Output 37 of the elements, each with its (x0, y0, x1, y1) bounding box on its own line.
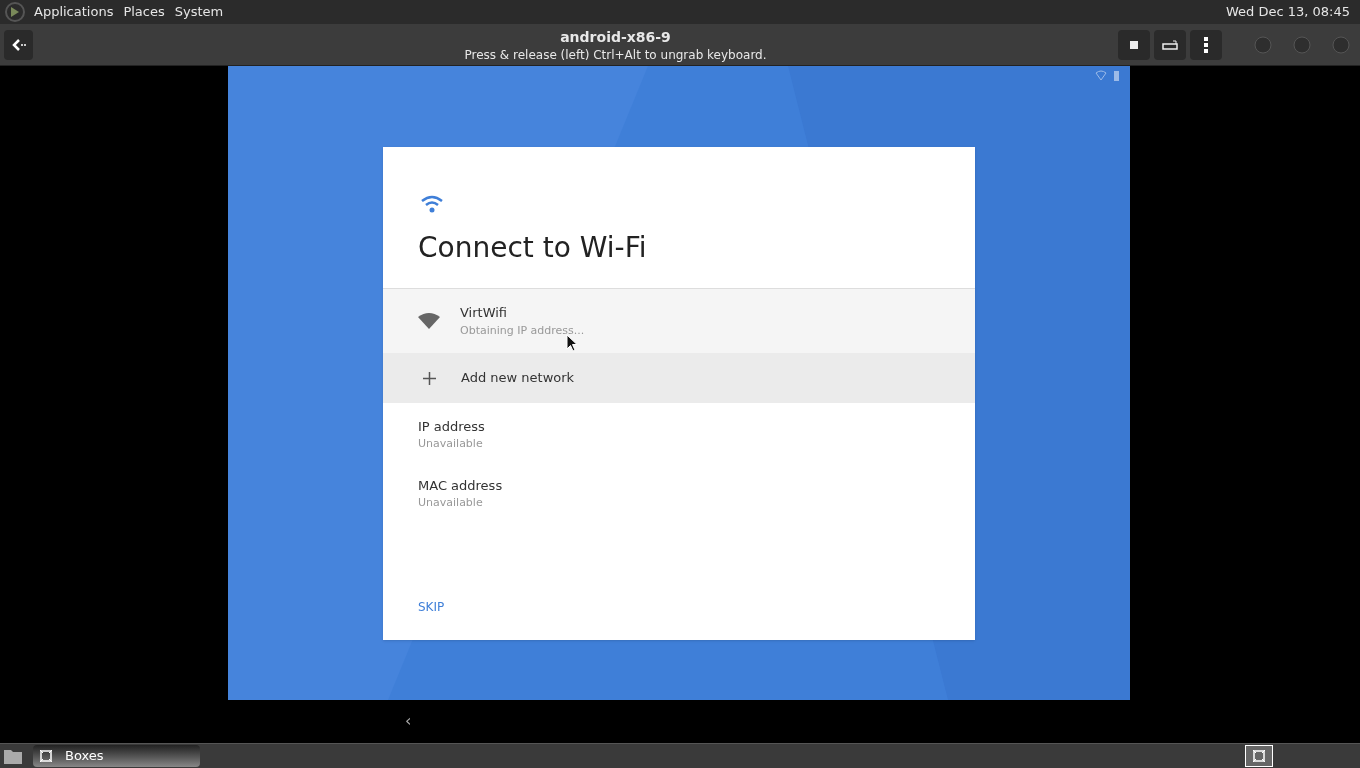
workspace-switcher[interactable] (1245, 745, 1273, 767)
menu-icon (1204, 36, 1208, 53)
skip-button[interactable]: SKIP (418, 598, 445, 616)
detail-label: IP address (418, 418, 486, 436)
nav-back-button[interactable]: ‹ (405, 709, 412, 733)
detail-value: Unavailable (418, 436, 484, 452)
network-row[interactable]: VirtWifi Obtaining IP address... (383, 289, 975, 353)
window-title: android-x86-9 (560, 27, 671, 47)
panel-menu[interactable]: Applications (34, 2, 114, 22)
add-network-row[interactable]: Add new network (383, 353, 975, 403)
network-status: Obtaining IP address... (460, 322, 585, 339)
detail-label: MAC address (418, 477, 504, 495)
keyboard-button[interactable] (1154, 29, 1186, 60)
dialog-title: Connect to Wi-Fi (418, 230, 648, 266)
mouse-pointer-icon (566, 334, 578, 352)
panel-menu[interactable]: System (174, 2, 224, 22)
plus-icon (423, 371, 436, 385)
status-icons (1094, 70, 1120, 82)
menu-button[interactable] (1190, 29, 1222, 60)
square-icon (1130, 40, 1138, 49)
boxes-icon (39, 749, 53, 763)
network-name: Add new network (461, 369, 575, 388)
display-button[interactable] (1118, 29, 1150, 60)
folder-icon[interactable] (3, 747, 23, 765)
back-icon (10, 37, 27, 52)
logo-icon[interactable] (4, 1, 26, 23)
window-subtitle: Press & release (left) Ctrl+Alt to ungrab keyboard. (464, 46, 767, 63)
wifi-signal-icon (418, 313, 440, 329)
task-button[interactable]: Boxes (33, 745, 200, 767)
network-name: VirtWifi (460, 304, 509, 322)
back-button[interactable] (4, 29, 33, 60)
boxes-icon (1252, 749, 1266, 763)
panel-menu[interactable]: Places (123, 2, 165, 22)
detail-value: Unavailable (418, 495, 484, 511)
clock[interactable]: Wed Dec 13, 08:45 (1225, 2, 1350, 22)
keyboard-icon (1162, 39, 1178, 50)
wifi-icon (420, 195, 444, 213)
